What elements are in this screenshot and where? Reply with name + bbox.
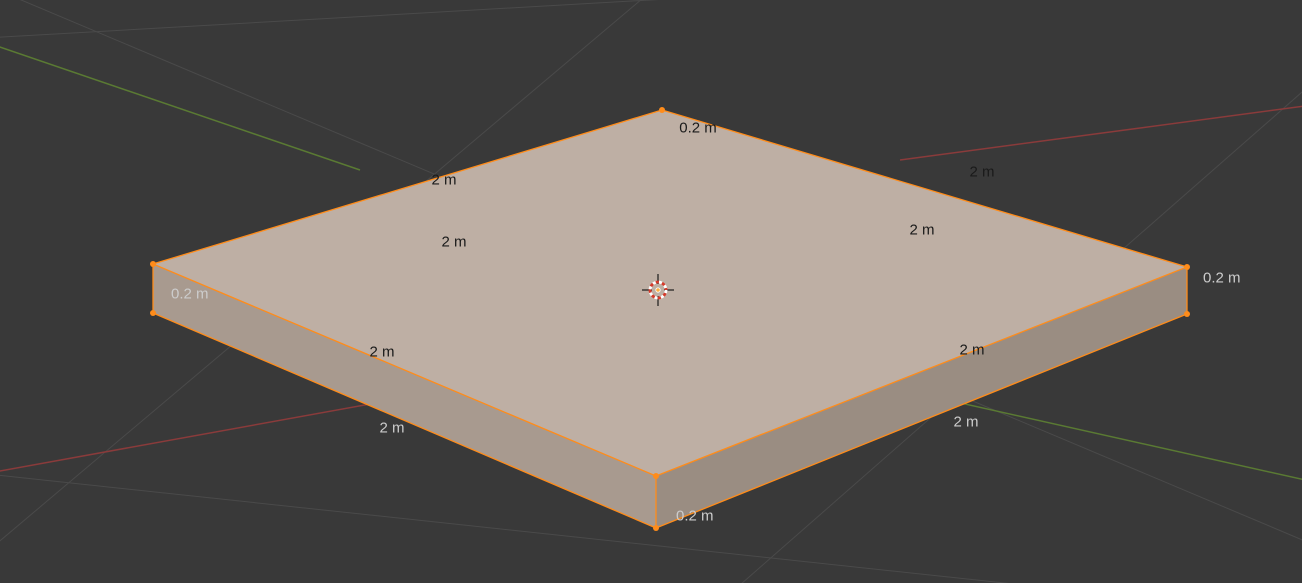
mesh-object[interactable] xyxy=(150,107,1190,531)
3d-viewport[interactable]: 0.2 m 2 m 2 m 2 m 2 m 0.2 m 0.2 m 2 m 2 … xyxy=(0,0,1302,583)
scene-svg xyxy=(0,0,1302,583)
face-top[interactable] xyxy=(153,110,1187,476)
